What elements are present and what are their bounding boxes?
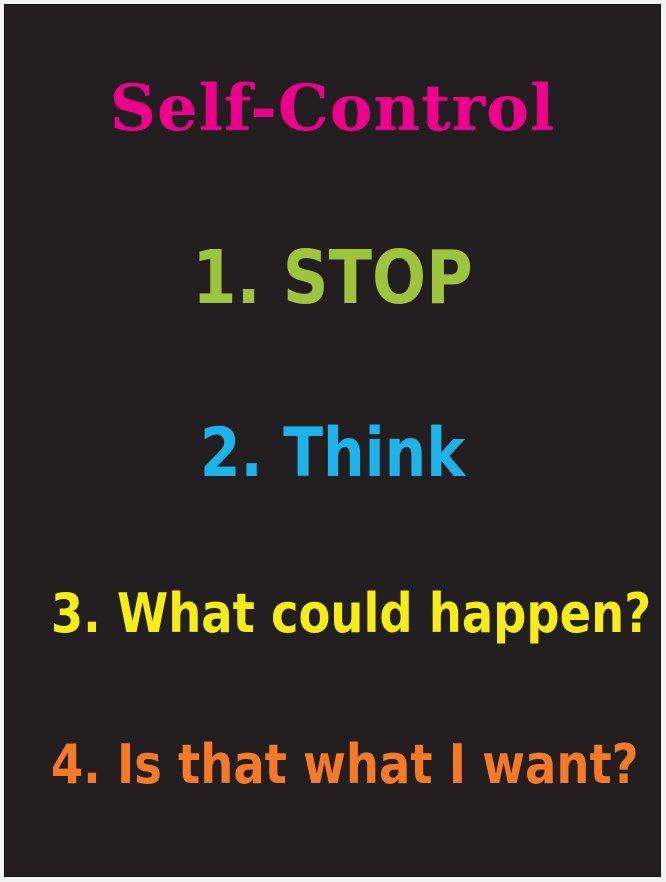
step-1-stop: 1. STOP bbox=[192, 235, 473, 321]
step-3-what-could-happen: 3. What could happen? bbox=[50, 582, 652, 645]
step-2-think: 2. Think bbox=[199, 414, 466, 493]
poster-frame: Self-Control 1. STOP 2. Think 3. What co… bbox=[0, 0, 666, 882]
poster-title: Self-Control bbox=[109, 71, 556, 146]
self-control-poster: Self-Control 1. STOP 2. Think 3. What co… bbox=[4, 4, 661, 877]
step-4-is-that-what-i-want: 4. Is that what I want? bbox=[50, 733, 639, 796]
